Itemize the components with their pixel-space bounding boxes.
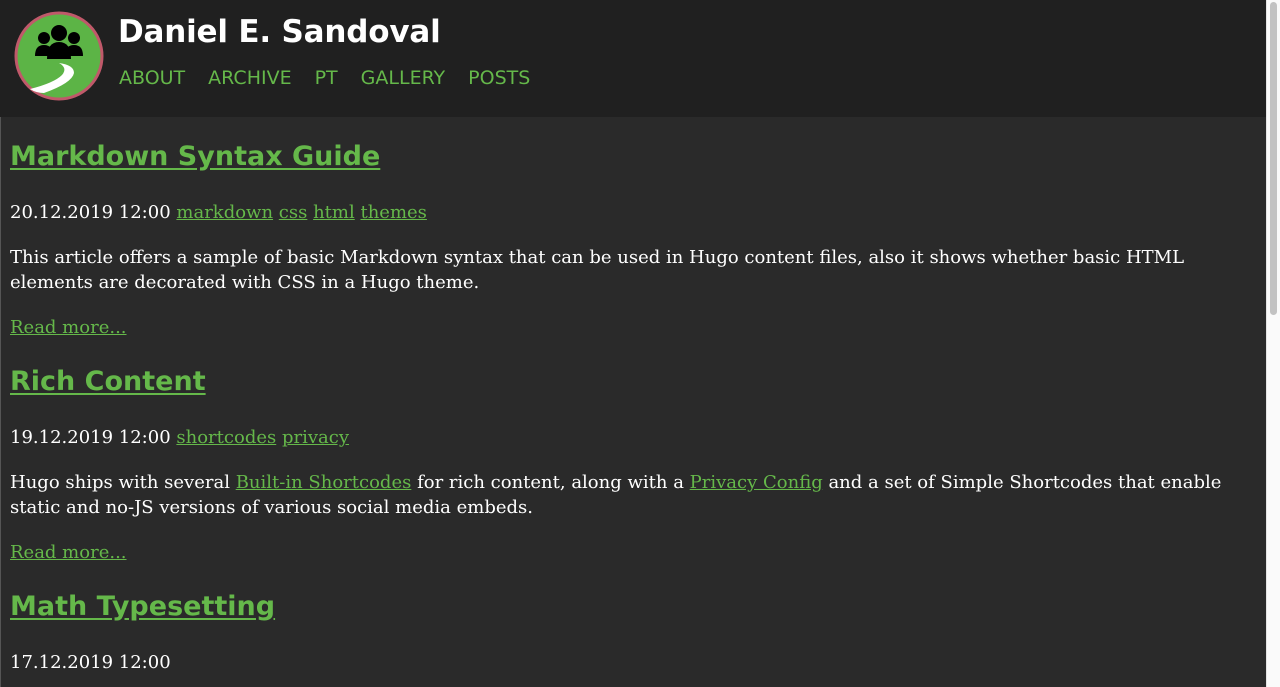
nav-posts[interactable]: POSTS [468, 67, 530, 89]
scrollbar-thumb[interactable] [1270, 2, 1277, 315]
post-title-markdown-syntax-guide[interactable]: Markdown Syntax Guide [10, 141, 380, 172]
nav-gallery[interactable]: GALLERY [361, 67, 446, 89]
post-date: 19.12.2019 12:00 [10, 427, 171, 448]
main-nav: ABOUT ARCHIVE PT GALLERY POSTS [119, 67, 553, 89]
post-meta: 17.12.2019 12:00 [10, 652, 171, 673]
site-title[interactable]: Daniel E. Sandoval [118, 14, 441, 50]
site-header: Daniel E. Sandoval ABOUT ARCHIVE PT GALL… [0, 0, 1266, 117]
post-summary: Hugo ships with several Built-in Shortco… [10, 470, 1250, 520]
post-date: 20.12.2019 12:00 [10, 202, 171, 223]
post-date: 17.12.2019 12:00 [10, 652, 171, 673]
post-title-math-typesetting[interactable]: Math Typesetting [10, 591, 275, 622]
nav-about[interactable]: ABOUT [119, 67, 185, 89]
tag-html[interactable]: html [313, 202, 355, 223]
summary-text: Hugo ships with several [10, 472, 236, 493]
post-title-rich-content[interactable]: Rich Content [10, 366, 206, 397]
vertical-scrollbar[interactable] [1266, 0, 1280, 687]
summary-text: for rich content, along with a [411, 472, 690, 493]
nav-archive[interactable]: ARCHIVE [208, 67, 291, 89]
read-more-link[interactable]: Read more... [10, 542, 127, 563]
tag-shortcodes[interactable]: shortcodes [176, 427, 276, 448]
built-in-shortcodes-link[interactable]: Built-in Shortcodes [236, 472, 412, 493]
people-road-logo-icon[interactable] [14, 11, 104, 101]
privacy-config-link[interactable]: Privacy Config [690, 472, 823, 493]
tag-css[interactable]: css [279, 202, 308, 223]
post-summary: This article offers a sample of basic Ma… [10, 247, 1185, 293]
nav-pt[interactable]: PT [315, 67, 338, 89]
tag-privacy[interactable]: privacy [282, 427, 349, 448]
post-meta: 20.12.2019 12:00 markdown css html theme… [10, 202, 427, 223]
tag-markdown[interactable]: markdown [176, 202, 273, 223]
post-meta: 19.12.2019 12:00 shortcodes privacy [10, 427, 349, 448]
tag-themes[interactable]: themes [360, 202, 426, 223]
read-more-link[interactable]: Read more... [10, 317, 127, 338]
